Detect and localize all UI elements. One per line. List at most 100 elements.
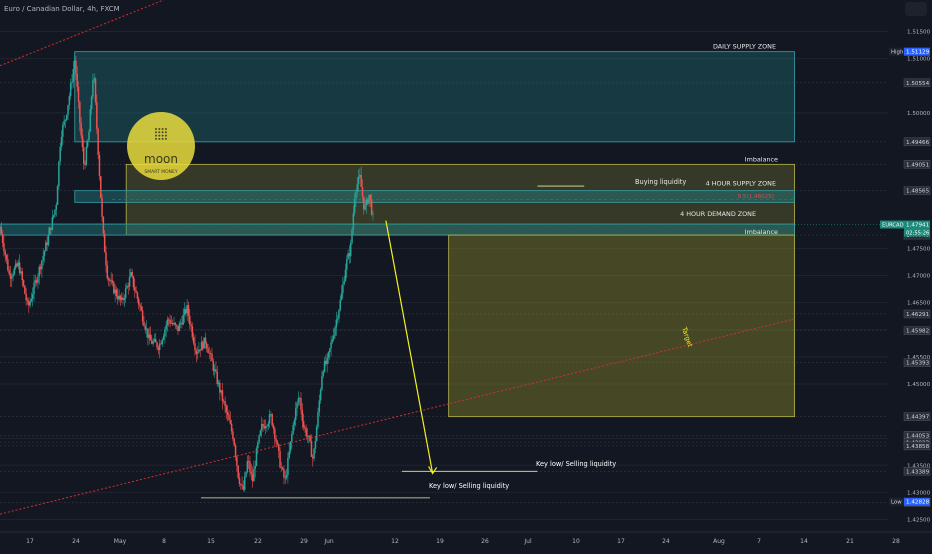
candle-body — [211, 353, 213, 362]
candle-body — [72, 69, 75, 82]
candle-body — [75, 60, 77, 74]
candle-body — [51, 217, 54, 230]
x-tick-label: 21 — [846, 538, 854, 545]
candle-body — [168, 319, 170, 321]
y-tick-label: 1.42500 — [907, 518, 931, 524]
candle-body — [245, 471, 247, 477]
candle — [24, 284, 26, 295]
price-label: 1.50554 — [906, 81, 930, 87]
candle-body — [364, 205, 366, 210]
candle-body — [368, 194, 370, 204]
candle-body — [343, 281, 345, 285]
candle-body — [128, 276, 131, 287]
candle-body — [327, 352, 330, 358]
candle-body — [230, 423, 233, 432]
logo-dot — [158, 137, 161, 140]
candle-body — [297, 398, 300, 403]
candle-body — [47, 234, 50, 245]
candle-body — [366, 199, 369, 204]
candle-body — [109, 279, 111, 282]
candle-body — [33, 282, 35, 295]
candle-body — [16, 263, 18, 267]
low-value: 1.42828 — [906, 500, 930, 506]
candle-body — [190, 324, 192, 327]
candle-body — [202, 341, 204, 349]
candle-body — [89, 109, 92, 132]
candle-body — [58, 161, 60, 187]
candle-body — [329, 348, 331, 353]
candle-body — [259, 430, 262, 436]
candle-body — [127, 285, 129, 287]
candle-body — [29, 301, 31, 306]
candle-body — [335, 319, 338, 328]
logo-dot — [155, 128, 157, 130]
price-label: 1.43858 — [906, 444, 930, 450]
x-tick-label: 7 — [757, 538, 761, 545]
time-axis: 17 24 May 8 15 22 29 Jun 12 19 26 Jul 10 17 24 Aug 7 14 21… — [0, 531, 932, 550]
candle-body — [263, 426, 266, 429]
y-tick-label: 1.46500 — [907, 301, 931, 307]
key-low-label-2: Key low/ Selling liquidity — [429, 482, 509, 490]
candle-body — [156, 342, 158, 348]
price-label: 1.49051 — [906, 162, 930, 168]
candle-body — [305, 428, 307, 437]
candle-body — [195, 350, 198, 354]
candle-body — [308, 435, 310, 437]
y-tick-label: 1.45000 — [907, 382, 931, 388]
candle-body — [272, 425, 275, 429]
x-tick-label: 17 — [26, 538, 34, 545]
chart-menu-button[interactable] — [905, 2, 927, 16]
candle — [94, 76, 97, 106]
candle-body — [175, 324, 178, 327]
logo-dot — [158, 131, 161, 134]
candle-body — [166, 319, 169, 326]
chart-area[interactable]: DAILY SUPPLY ZONE Imbalance 4 HOUR SUPPLY … — [0, 0, 932, 550]
candle-body — [191, 326, 194, 338]
candle-body — [268, 414, 271, 424]
candle-body — [90, 96, 93, 110]
candle-body — [8, 270, 10, 274]
candle-body — [289, 441, 292, 452]
price-label: 1.49466 — [906, 140, 930, 146]
candle-body — [101, 198, 103, 217]
candle-body — [137, 298, 140, 305]
price-chart[interactable]: DAILY SUPPLY ZONE Imbalance 4 HOUR SUPPLY … — [0, 0, 932, 550]
candle-body — [207, 348, 209, 354]
candle-body — [182, 314, 184, 325]
candle-body — [13, 268, 16, 275]
buying-liquidity-label: Buying liquidity — [635, 178, 686, 186]
candle-body — [0, 226, 3, 234]
candle-body — [186, 304, 188, 314]
candle-body — [171, 322, 174, 325]
candle-body — [122, 297, 124, 300]
candle-body — [228, 414, 230, 421]
candle-body — [46, 242, 48, 245]
candle-body — [110, 280, 112, 282]
candle-body — [79, 101, 81, 123]
candle-body — [185, 309, 187, 314]
candle-body — [151, 340, 153, 344]
candle — [97, 127, 99, 160]
candle-body — [160, 343, 162, 345]
candle-body — [84, 163, 86, 165]
candle-body — [204, 337, 207, 344]
candle-body — [213, 369, 216, 371]
daily-supply-zone-label: DAILY SUPPLY ZONE — [713, 43, 776, 51]
candle-body — [284, 477, 287, 479]
candle-body — [119, 295, 122, 300]
candle-body — [348, 253, 351, 257]
four-hour-demand-zone-label: 4 HOUR DEMAND ZONE — [680, 210, 756, 218]
candle-body — [232, 431, 234, 440]
candle-body — [196, 352, 199, 354]
candle-body — [140, 306, 143, 311]
candle-body — [309, 435, 311, 442]
candle-body — [361, 186, 364, 197]
candle-body — [118, 295, 120, 300]
candle-body — [105, 252, 107, 266]
candle-body — [264, 426, 267, 429]
candle-body — [249, 461, 251, 472]
y-tick-label: 1.47000 — [907, 274, 931, 280]
candle-body — [246, 461, 249, 472]
logo-dot — [155, 134, 157, 137]
candle-body — [50, 227, 52, 230]
